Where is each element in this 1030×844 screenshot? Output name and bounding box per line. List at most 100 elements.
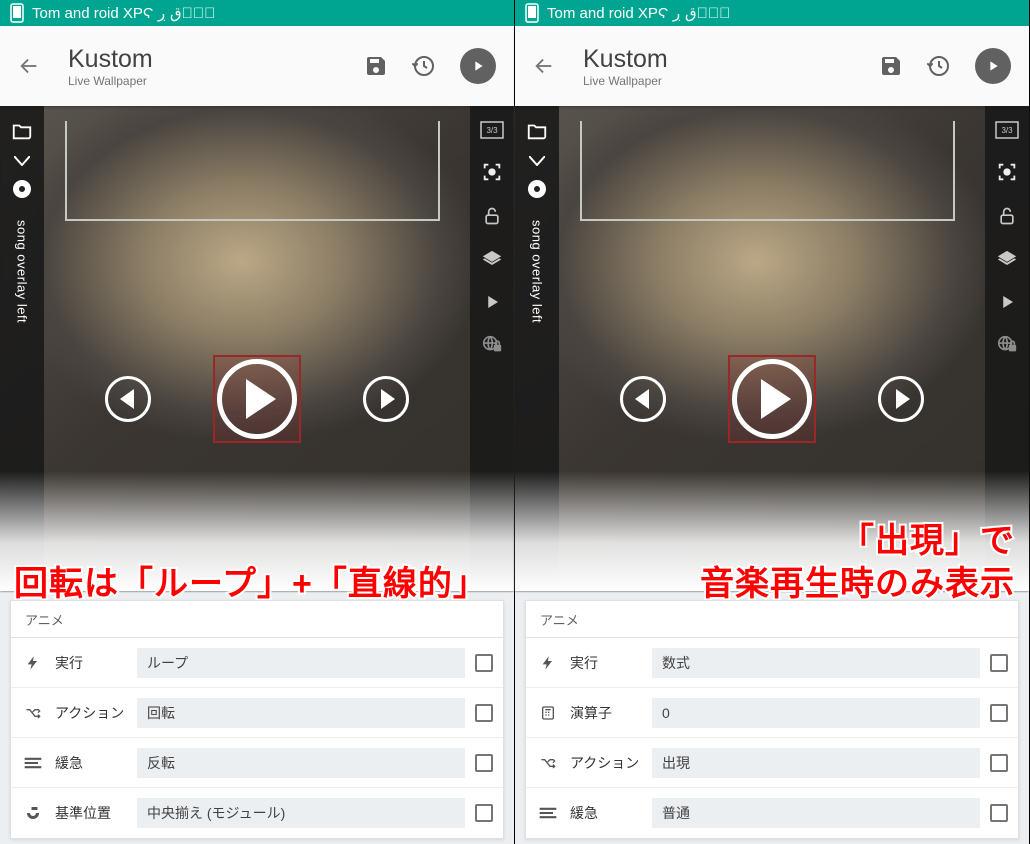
calc-icon xyxy=(536,704,560,722)
row-value[interactable]: ループ xyxy=(137,648,465,678)
phone-icon xyxy=(10,3,24,23)
row-checkbox[interactable] xyxy=(990,654,1008,672)
globe-lock-icon[interactable] xyxy=(481,333,503,355)
globe-lock-icon[interactable] xyxy=(996,333,1018,355)
folder-icon[interactable] xyxy=(11,120,33,142)
editor-panel: アニメ 実行 ループ アクション 回転 緩急 反転 基準位置 中央揃え (モジュ… xyxy=(10,600,504,839)
row-label: 基準位置 xyxy=(55,803,127,823)
play-button[interactable] xyxy=(732,359,812,439)
editor-panel: アニメ 実行 数式 演算子 0 アクション 出現 緩急 普通 xyxy=(525,600,1019,839)
expand-icon[interactable] xyxy=(14,156,30,166)
row-run[interactable]: 実行 ループ xyxy=(11,638,503,688)
history-icon[interactable] xyxy=(412,54,436,78)
tab-anime[interactable]: アニメ xyxy=(526,601,1018,638)
bolt-icon xyxy=(21,654,45,672)
row-operator[interactable]: 演算子 0 xyxy=(526,688,1018,738)
unlock-icon[interactable] xyxy=(482,205,502,227)
row-checkbox[interactable] xyxy=(475,804,493,822)
row-label: 実行 xyxy=(55,653,127,673)
row-value[interactable]: 出現 xyxy=(652,748,980,778)
focus-icon[interactable] xyxy=(481,161,503,183)
app-subtitle: Live Wallpaper xyxy=(583,74,879,88)
app-title: Kustom xyxy=(583,45,879,74)
row-checkbox[interactable] xyxy=(990,704,1008,722)
row-action[interactable]: アクション 出現 xyxy=(526,738,1018,788)
row-checkbox[interactable] xyxy=(475,654,493,672)
run-button[interactable] xyxy=(975,48,1011,84)
row-label: 演算子 xyxy=(570,703,642,723)
phone-icon xyxy=(525,3,539,23)
row-value[interactable]: 回転 xyxy=(137,698,465,728)
back-button[interactable] xyxy=(533,55,555,77)
toolbar: Kustom Live Wallpaper xyxy=(0,26,514,106)
aspect-icon[interactable]: 3/3 xyxy=(480,121,504,139)
layer-label: song overlay left xyxy=(15,220,30,323)
aspect-icon[interactable]: 3/3 xyxy=(995,121,1019,139)
toolbar-titles: Kustom Live Wallpaper xyxy=(68,45,364,88)
layers-icon[interactable] xyxy=(996,249,1018,271)
overlay-frame xyxy=(65,121,440,221)
focus-icon[interactable] xyxy=(996,161,1018,183)
lines-icon xyxy=(21,756,45,770)
screen-right: Tom and roid XPϚ ؞ۣۜق ڔ Kustom Live Wall… xyxy=(515,0,1030,844)
status-title: Tom and roid XPϚ ؞ۣۜق ڔ xyxy=(32,4,215,22)
row-run[interactable]: 実行 数式 xyxy=(526,638,1018,688)
right-rail: 3/3 xyxy=(985,106,1029,591)
toolbar: Kustom Live Wallpaper xyxy=(515,26,1029,106)
prev-button[interactable] xyxy=(620,376,666,422)
row-checkbox[interactable] xyxy=(475,704,493,722)
history-icon[interactable] xyxy=(927,54,951,78)
shuffle-icon xyxy=(536,755,560,771)
row-checkbox[interactable] xyxy=(990,804,1008,822)
toolbar-actions xyxy=(364,48,496,84)
row-label: アクション xyxy=(55,703,127,723)
row-label: 実行 xyxy=(570,653,642,673)
back-button[interactable] xyxy=(18,55,40,77)
annotation-text: 回転は「ループ」+「直線的」 xyxy=(14,563,500,606)
app-subtitle: Live Wallpaper xyxy=(68,74,364,88)
run-button[interactable] xyxy=(460,48,496,84)
left-rail: song overlay left xyxy=(515,106,559,591)
overlay-frame xyxy=(580,121,955,221)
row-anchor[interactable]: 基準位置 中央揃え (モジュール) xyxy=(11,788,503,838)
row-value[interactable]: 反転 xyxy=(137,748,465,778)
play-button-selection[interactable] xyxy=(728,355,816,443)
play-button[interactable] xyxy=(217,359,297,439)
preview-area: song overlay left 3/3 xyxy=(515,106,1029,591)
row-value[interactable]: 中央揃え (モジュール) xyxy=(137,798,465,828)
play-rail-icon[interactable] xyxy=(483,293,501,311)
row-label: 緩急 xyxy=(570,803,642,823)
status-bar: Tom and roid XPϚ ؞ۣۜق ڔ xyxy=(0,0,514,26)
screen-left: Tom and roid XPϚ ؞ۣۜق ڔ Kustom Live Wall… xyxy=(0,0,515,844)
row-checkbox[interactable] xyxy=(990,754,1008,772)
unlock-icon[interactable] xyxy=(997,205,1017,227)
layer-indicator[interactable] xyxy=(13,180,31,198)
row-action[interactable]: アクション 回転 xyxy=(11,688,503,738)
layers-icon[interactable] xyxy=(481,249,503,271)
toolbar-actions xyxy=(879,48,1011,84)
row-value[interactable]: 数式 xyxy=(652,648,980,678)
layer-indicator[interactable] xyxy=(528,180,546,198)
svg-text:3/3: 3/3 xyxy=(1001,126,1013,135)
prev-button[interactable] xyxy=(105,376,151,422)
row-value[interactable]: 普通 xyxy=(652,798,980,828)
row-checkbox[interactable] xyxy=(475,754,493,772)
annotation-text: 「出現」で 音楽再生時のみ表示 xyxy=(529,520,1015,605)
save-icon[interactable] xyxy=(364,54,388,78)
toolbar-titles: Kustom Live Wallpaper xyxy=(583,45,879,88)
play-button-selection[interactable] xyxy=(213,355,301,443)
anchor-icon xyxy=(21,804,45,822)
next-button[interactable] xyxy=(363,376,409,422)
bolt-icon xyxy=(536,654,560,672)
tab-anime[interactable]: アニメ xyxy=(11,601,503,638)
expand-icon[interactable] xyxy=(529,156,545,166)
play-rail-icon[interactable] xyxy=(998,293,1016,311)
layer-label: song overlay left xyxy=(530,220,545,323)
row-value[interactable]: 0 xyxy=(652,698,980,728)
preview-area: song overlay left 3/3 xyxy=(0,106,514,591)
save-icon[interactable] xyxy=(879,54,903,78)
folder-icon[interactable] xyxy=(526,120,548,142)
next-button[interactable] xyxy=(878,376,924,422)
row-ease[interactable]: 緩急 反転 xyxy=(11,738,503,788)
row-ease[interactable]: 緩急 普通 xyxy=(526,788,1018,838)
